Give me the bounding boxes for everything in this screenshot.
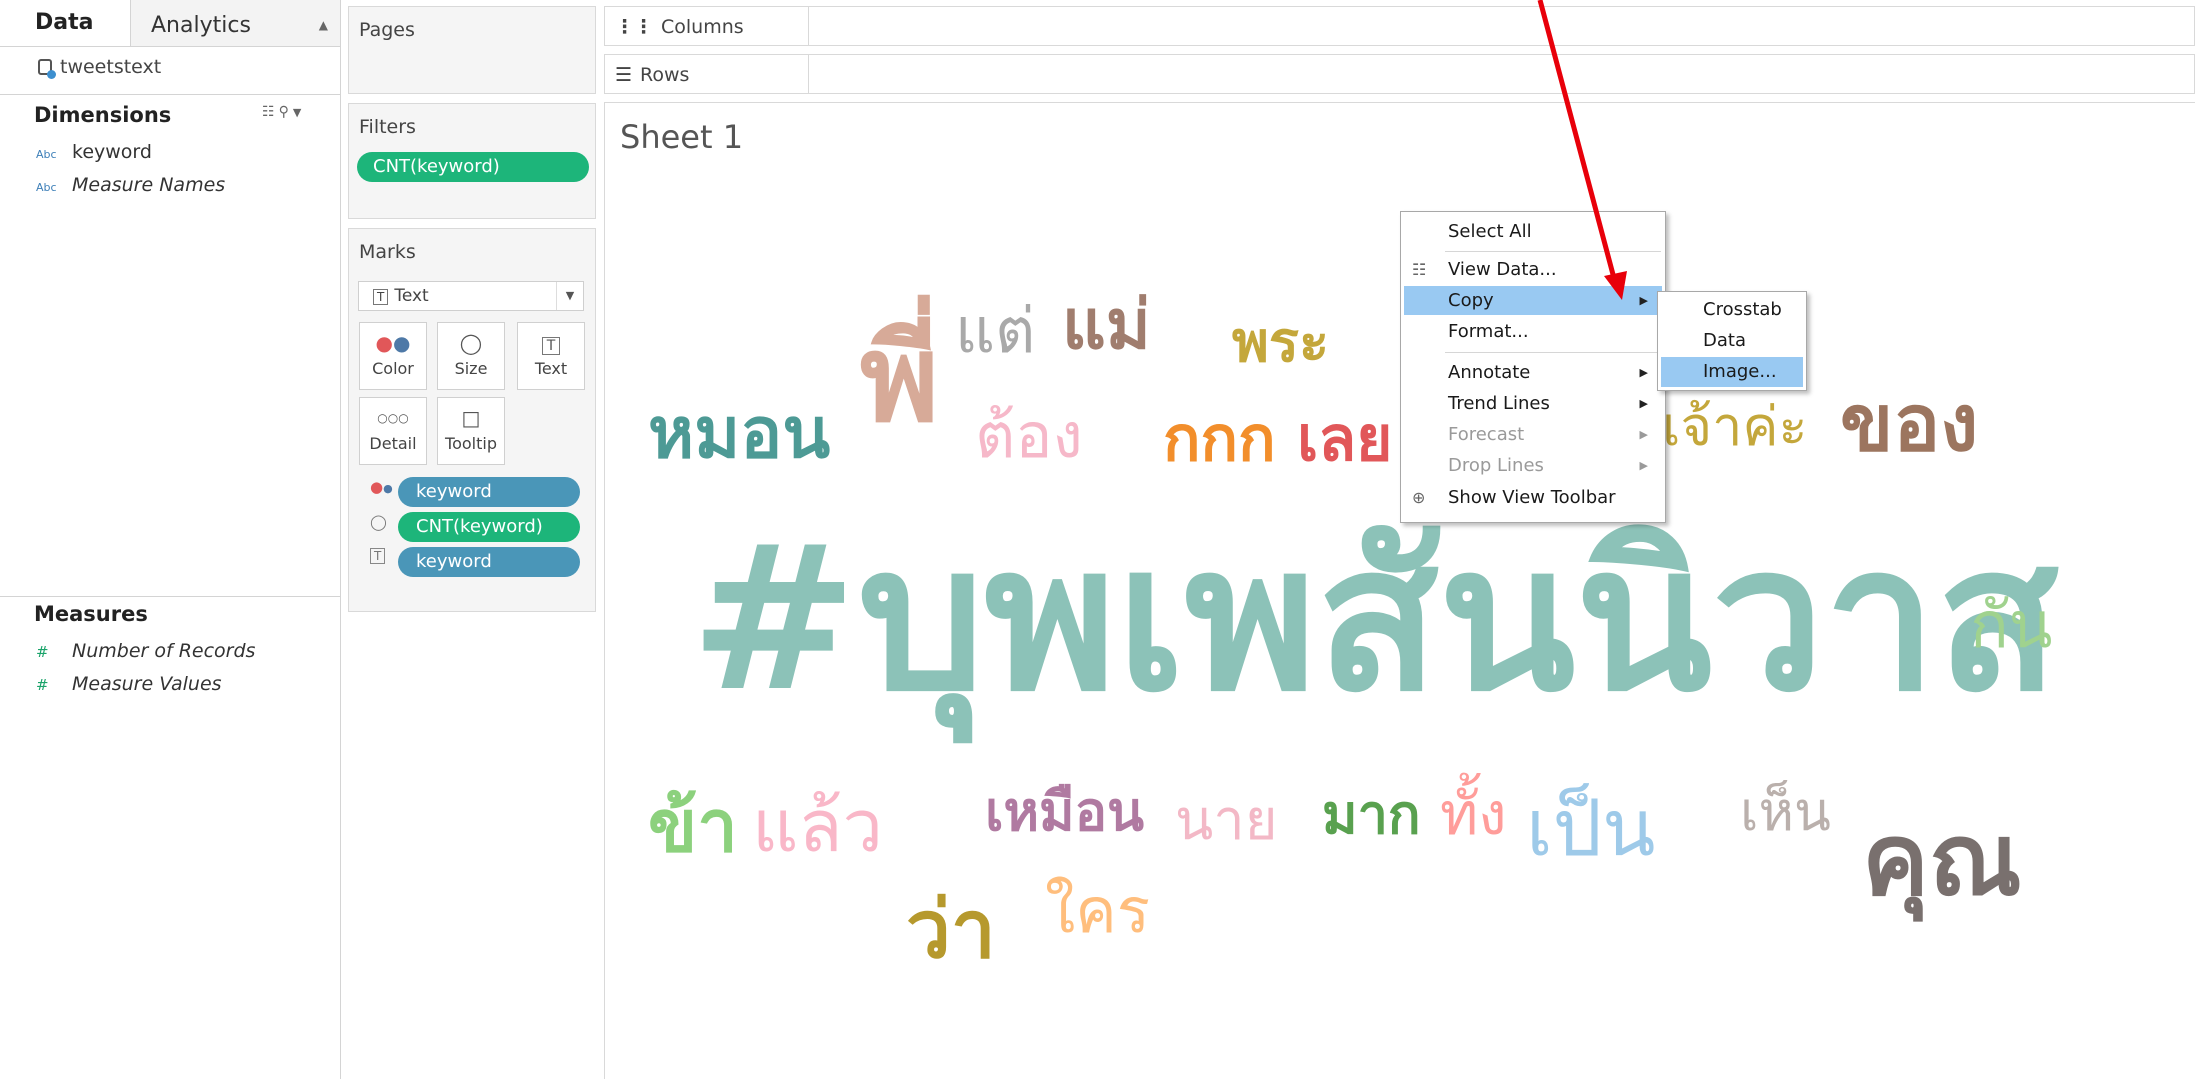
annotation-arrow bbox=[1537, 0, 1627, 300]
arrow-shaft bbox=[1537, 0, 1618, 283]
arrow-head bbox=[1604, 271, 1627, 300]
